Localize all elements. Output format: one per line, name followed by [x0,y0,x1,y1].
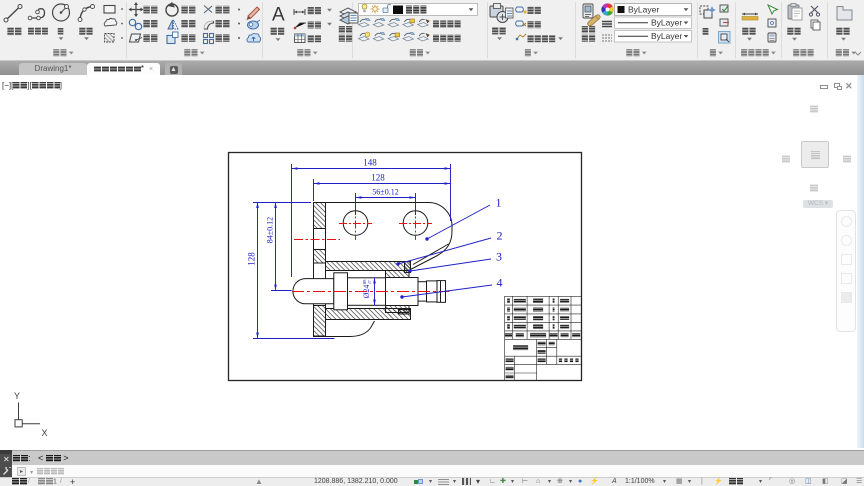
svg-text:ByLayer: ByLayer [651,31,682,41]
svg-text:148: 148 [363,158,377,168]
svg-text:A: A [272,5,285,26]
svg-text:84±0.12: 84±0.12 [266,217,275,243]
svg-text:f7: f7 [367,280,372,283]
svg-text:Ø24: Ø24 [362,285,371,299]
svg-text:1: 1 [496,196,502,210]
svg-text:56±0.12: 56±0.12 [372,188,398,197]
svg-text:128: 128 [247,252,257,266]
svg-text:4: 4 [497,276,503,290]
svg-text:128: 128 [371,173,385,183]
svg-text:2: 2 [497,229,503,243]
svg-text:ByLayer: ByLayer [651,18,682,28]
svg-text:ByLayer: ByLayer [628,5,659,15]
svg-text:3: 3 [496,250,502,264]
